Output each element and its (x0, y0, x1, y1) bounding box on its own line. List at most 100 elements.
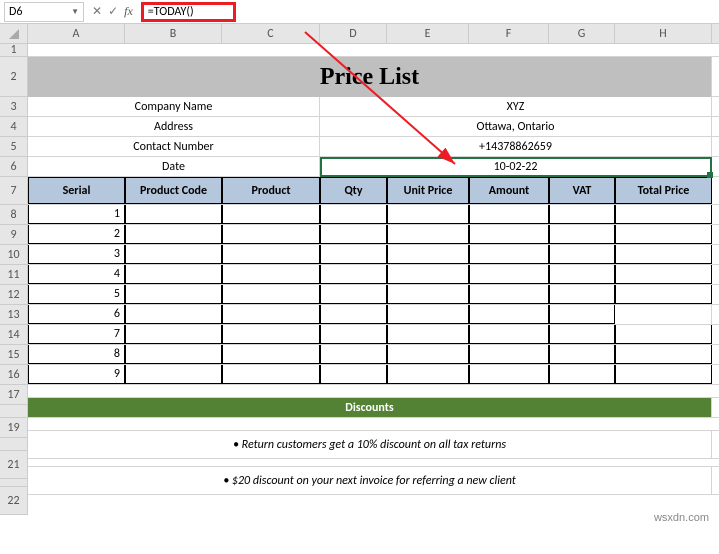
value-address[interactable]: Ottawa, Ontario (320, 117, 712, 136)
th-serial[interactable]: Serial (28, 177, 125, 204)
row-header[interactable]: 10 (0, 245, 28, 265)
row-header[interactable]: 22 (0, 487, 28, 515)
data-cell[interactable] (222, 305, 320, 324)
data-cell[interactable] (320, 305, 387, 324)
data-cell[interactable] (387, 325, 469, 344)
serial-cell[interactable]: 3 (28, 245, 125, 264)
row-header[interactable] (0, 438, 28, 451)
value-company[interactable]: XYZ (320, 97, 712, 116)
data-cell[interactable] (469, 305, 549, 324)
th-amount[interactable]: Amount (469, 177, 549, 204)
row-header[interactable]: 17 (0, 385, 28, 405)
chevron-down-icon[interactable]: ▼ (71, 7, 79, 17)
col-header-a[interactable]: A (28, 24, 125, 43)
value-contact[interactable]: +14378862659 (320, 137, 712, 156)
data-cell[interactable] (615, 305, 712, 324)
row-header[interactable]: 1 (0, 44, 28, 57)
th-qty[interactable]: Qty (320, 177, 387, 204)
row-header[interactable]: 21 (0, 451, 28, 479)
data-cell[interactable] (549, 345, 615, 364)
data-cell[interactable] (549, 225, 615, 244)
data-cell[interactable] (549, 305, 615, 324)
serial-cell[interactable]: 1 (28, 205, 125, 224)
data-cell[interactable] (125, 205, 222, 224)
row-header[interactable]: 4 (0, 117, 28, 137)
title-cell[interactable]: Price List (28, 57, 712, 97)
discount-line-1[interactable]: • Return customers get a 10% discount on… (28, 431, 712, 458)
data-cell[interactable] (615, 365, 712, 384)
fx-icon[interactable]: fx (124, 4, 133, 19)
data-cell[interactable] (222, 345, 320, 364)
data-cell[interactable] (320, 225, 387, 244)
data-cell[interactable] (320, 365, 387, 384)
col-header-h[interactable]: H (615, 24, 712, 43)
data-cell[interactable] (615, 325, 712, 344)
data-cell[interactable] (222, 205, 320, 224)
serial-cell[interactable]: 8 (28, 345, 125, 364)
data-cell[interactable] (387, 345, 469, 364)
data-cell[interactable] (125, 245, 222, 264)
discounts-header[interactable]: Discounts (28, 398, 712, 417)
data-cell[interactable] (320, 245, 387, 264)
row-header[interactable]: 5 (0, 137, 28, 157)
data-cell[interactable] (222, 285, 320, 304)
data-cell[interactable] (549, 205, 615, 224)
data-cell[interactable] (125, 325, 222, 344)
data-cell[interactable] (387, 265, 469, 284)
data-cell[interactable] (320, 325, 387, 344)
row-header[interactable]: 16 (0, 365, 28, 385)
serial-cell[interactable]: 4 (28, 265, 125, 284)
serial-cell[interactable]: 2 (28, 225, 125, 244)
data-cell[interactable] (387, 205, 469, 224)
data-cell[interactable] (222, 365, 320, 384)
label-contact[interactable]: Contact Number (28, 137, 320, 156)
serial-cell[interactable]: 7 (28, 325, 125, 344)
serial-cell[interactable]: 5 (28, 285, 125, 304)
row-header[interactable]: 7 (0, 177, 28, 205)
``=[interactable] (125, 285, 222, 304)
data-cell[interactable] (469, 225, 549, 244)
enter-icon[interactable]: ✓ (108, 4, 118, 19)
data-cell[interactable] (615, 245, 712, 264)
formula-input[interactable]: =TODAY() (141, 2, 236, 22)
data-cell[interactable] (222, 225, 320, 244)
data-cell[interactable] (222, 245, 320, 264)
row-header[interactable]: 15 (0, 345, 28, 365)
cancel-icon[interactable]: ✕ (92, 4, 102, 19)
th-product[interactable]: Product (222, 177, 320, 204)
data-cell[interactable] (125, 345, 222, 364)
row-header[interactable]: 19 (0, 418, 28, 438)
select-all-corner[interactable] (0, 24, 28, 43)
row-header[interactable]: 13 (0, 305, 28, 325)
row-header[interactable]: 12 (0, 285, 28, 305)
data-cell[interactable] (387, 225, 469, 244)
data-cell[interactable] (469, 285, 549, 304)
th-vat[interactable]: VAT (549, 177, 615, 204)
data-cell[interactable] (549, 365, 615, 384)
data-cell[interactable] (469, 365, 549, 384)
row-header[interactable]: 2 (0, 57, 28, 97)
data-cell[interactable] (222, 265, 320, 284)
data-cell[interactable] (549, 285, 615, 304)
data-cell[interactable] (549, 245, 615, 264)
data-cell[interactable] (320, 205, 387, 224)
data-cell[interactable] (549, 325, 615, 344)
name-box[interactable]: D6 ▼ (4, 2, 84, 22)
row-header[interactable] (0, 405, 28, 418)
data-cell[interactable] (549, 265, 615, 284)
th-total[interactable]: Total Price (615, 177, 712, 204)
row-header[interactable]: 11 (0, 265, 28, 285)
data-cell[interactable] (387, 285, 469, 304)
row-header[interactable]: 3 (0, 97, 28, 117)
data-cell[interactable] (469, 265, 549, 284)
row-header[interactable]: 9 (0, 225, 28, 245)
data-cell[interactable] (320, 285, 387, 304)
data-cell[interactable] (387, 245, 469, 264)
data-cell[interactable] (387, 305, 469, 324)
row-header[interactable]: 6 (0, 157, 28, 177)
col-header-c[interactable]: C (222, 24, 320, 43)
data-cell[interactable] (615, 345, 712, 364)
label-date[interactable]: Date (28, 157, 320, 176)
cells-area[interactable]: Price List Company Name XYZ Address Otta… (28, 44, 719, 515)
data-cell[interactable] (615, 225, 712, 244)
